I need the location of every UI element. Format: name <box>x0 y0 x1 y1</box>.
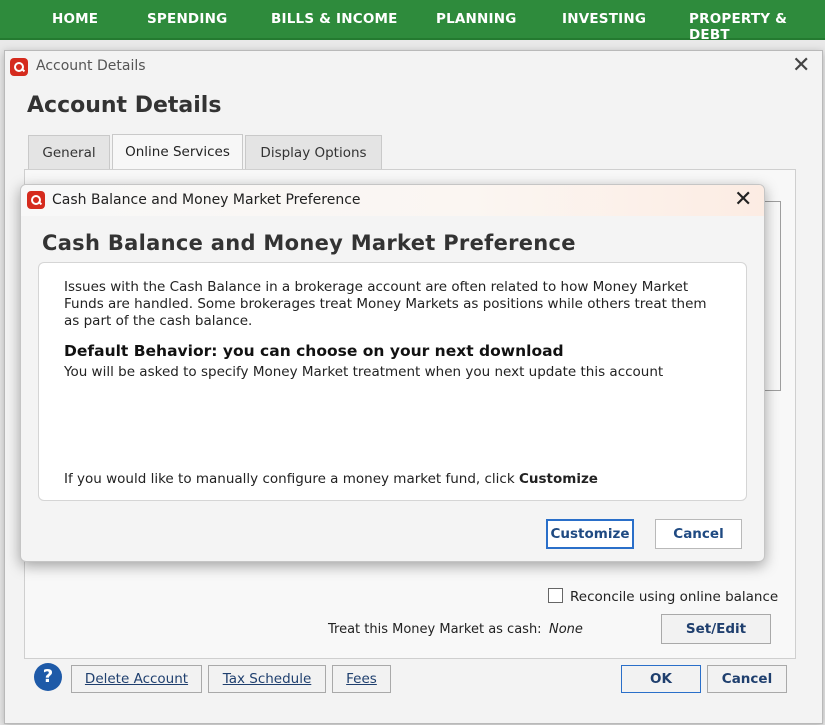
nav-property-debt[interactable]: PROPERTY & DEBT <box>689 11 825 43</box>
dialog-heading: Cash Balance and Money Market Preference <box>42 231 576 255</box>
outer-cancel-button[interactable]: Cancel <box>707 665 787 693</box>
top-navigation: HOME SPENDING BILLS & INCOME PLANNING IN… <box>0 0 825 43</box>
page-title: Account Details <box>27 93 222 118</box>
delete-account-button[interactable]: Delete Account <box>71 665 202 693</box>
manual-configure-prefix: If you would like to manually configure … <box>64 471 519 487</box>
nav-home[interactable]: HOME <box>52 11 98 27</box>
intro-line-2: Funds are handled. Some brokerages treat… <box>64 296 707 312</box>
manual-configure-bold: Customize <box>518 471 598 487</box>
tab-general[interactable]: General <box>28 135 110 170</box>
dialog-content-card: Issues with the Cash Balance in a broker… <box>38 262 747 501</box>
default-behavior-text: You will be asked to specify Money Marke… <box>64 364 664 380</box>
set-edit-button[interactable]: Set/Edit <box>661 614 771 644</box>
treat-as-cash-value: None <box>549 622 583 637</box>
nav-planning[interactable]: PLANNING <box>436 11 517 27</box>
dialog-cancel-button[interactable]: Cancel <box>655 519 742 549</box>
nav-bills-income[interactable]: BILLS & INCOME <box>271 11 398 27</box>
close-icon[interactable]: ✕ <box>792 55 810 77</box>
intro-line-1: Issues with the Cash Balance in a broker… <box>64 279 689 295</box>
fees-button[interactable]: Fees <box>332 665 391 693</box>
nav-investing[interactable]: INVESTING <box>562 11 646 27</box>
reconcile-checkbox[interactable] <box>548 588 563 603</box>
quicken-logo-icon <box>27 191 45 209</box>
tab-online-services[interactable]: Online Services <box>112 134 243 171</box>
dialog-title: Cash Balance and Money Market Preference <box>52 192 361 208</box>
reconcile-label: Reconcile using online balance <box>570 589 779 605</box>
tax-schedule-button[interactable]: Tax Schedule <box>208 665 326 693</box>
nav-spending[interactable]: SPENDING <box>147 11 227 27</box>
tab-display-options[interactable]: Display Options <box>245 135 382 170</box>
manual-configure-text: If you would like to manually configure … <box>64 471 598 488</box>
dialog-close-icon[interactable]: ✕ <box>734 189 752 211</box>
window-titlebar: Account Details ✕ <box>5 51 822 83</box>
quicken-logo-icon <box>10 58 28 76</box>
treat-as-cash-label: Treat this Money Market as cash: <box>328 622 542 637</box>
cash-balance-dialog: Cash Balance and Money Market Preference… <box>20 184 765 562</box>
help-icon[interactable]: ? <box>34 663 62 691</box>
window-title: Account Details <box>36 58 146 74</box>
customize-button[interactable]: Customize <box>546 519 634 549</box>
dialog-titlebar: Cash Balance and Money Market Preference… <box>21 185 764 216</box>
intro-line-3: as part of the cash balance. <box>64 313 253 329</box>
ok-button[interactable]: OK <box>621 665 701 693</box>
default-behavior-heading: Default Behavior: you can choose on your… <box>64 342 564 360</box>
